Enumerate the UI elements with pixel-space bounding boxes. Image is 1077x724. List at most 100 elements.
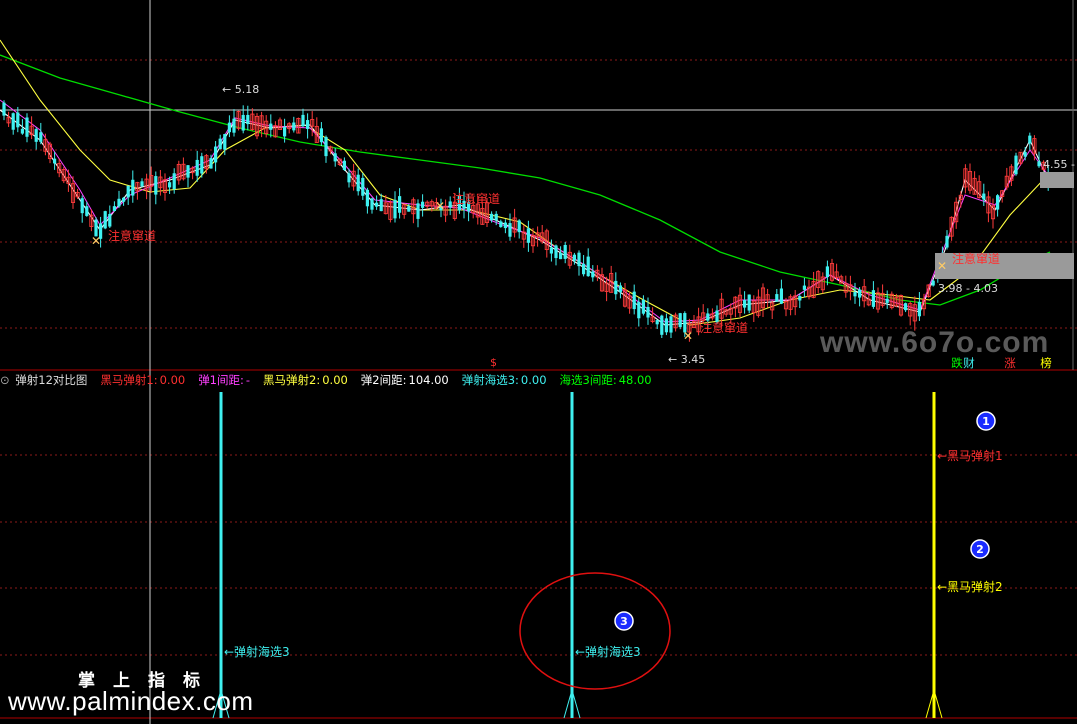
candle-body (209, 158, 213, 169)
candle-body (563, 244, 567, 259)
candle-body (365, 189, 369, 207)
candle-body (508, 223, 512, 237)
ma-line-green (0, 54, 1051, 306)
candle-body (554, 245, 558, 259)
badge-number: 3 (620, 615, 628, 628)
candle-body (16, 112, 20, 128)
candle-body (269, 123, 273, 130)
candle-body (347, 173, 351, 183)
candle-body (375, 202, 379, 207)
candle-body (871, 290, 875, 307)
field-haixuan3-value: 0.00 (520, 373, 547, 387)
candle-body (379, 199, 383, 212)
signal-marker-icon: ✕ (683, 329, 693, 343)
candle-body (232, 118, 236, 133)
candle-body (706, 313, 710, 321)
ma-line-magenta (0, 99, 1049, 323)
candle-body (370, 198, 374, 210)
candle-body (11, 113, 15, 130)
field-heima1-label: 黑马弹射1: (100, 373, 158, 387)
chart-grid (0, 0, 1077, 724)
candle-body (361, 177, 365, 196)
candle-body (218, 138, 222, 150)
candle-body (904, 303, 908, 311)
signal-marker-icon: ✕ (91, 234, 101, 248)
candle-body (407, 206, 411, 212)
candle-body (227, 122, 231, 133)
highlight-ellipse (519, 572, 671, 690)
signal-label: 注意窜道 (952, 251, 1000, 266)
candle-body (223, 134, 227, 150)
indicator-collapse-icon[interactable]: ⊙ (0, 373, 10, 387)
field-tan2-value: 104.00 (408, 373, 449, 387)
candle-body (614, 280, 618, 295)
field-hx3-gap-label: 海选3间距: (559, 373, 617, 387)
chart-canvas[interactable]: ← 5.18 ← 3.45 4.55 - 3.98 - 4.03 ✕ 注意窜道 ✕ 注意窜道 ✕… (0, 0, 1077, 724)
candle-body (637, 301, 641, 319)
candle-body (917, 301, 921, 317)
candle-body (356, 174, 360, 192)
signal-marker-icon: ✕ (435, 199, 445, 213)
candle-body (112, 206, 116, 212)
candle-body (549, 247, 553, 254)
rank-rise-button[interactable]: 涨 (998, 356, 1022, 371)
candle-body (292, 122, 296, 131)
candle-body (660, 315, 664, 335)
badge-number: 2 (976, 543, 984, 556)
candle-body (186, 165, 190, 178)
moving-average-lines (0, 39, 1051, 326)
candle-body (53, 158, 57, 164)
candle-body (586, 256, 590, 277)
candle-body (333, 153, 337, 162)
rank-list-button[interactable]: 榜 (1034, 356, 1058, 371)
candle-body (982, 193, 986, 200)
indicator-panel: ←黑马弹射1 ←黑马弹射2 ←弹射海选3 ←弹射海选3 1 2 3 (212, 392, 1003, 719)
field-haixuan3-label: 弹射海选3: (461, 373, 519, 387)
candle-body (503, 222, 507, 229)
field-heima2-value: 0.00 (322, 373, 348, 387)
field-heima1-value: 0.00 (159, 373, 186, 387)
field-heima2-label: 黑马弹射2: (263, 373, 321, 387)
candle-body (775, 294, 779, 302)
candle-body (1023, 152, 1027, 157)
candle-body (80, 198, 84, 214)
marker-s: $ (490, 356, 497, 369)
candle-body (1014, 155, 1018, 175)
candle-body (490, 213, 494, 221)
candle-body (126, 185, 130, 198)
candle-body (108, 213, 112, 227)
price-high-label: ← 5.18 (222, 83, 259, 96)
candle-body (200, 156, 204, 174)
candle-body (117, 198, 121, 207)
candle-body (577, 252, 581, 267)
candle-body (669, 316, 673, 333)
candle-body (664, 318, 668, 333)
candle-body (34, 129, 38, 142)
candle-body (319, 128, 323, 143)
rank-finance-button[interactable]: 财 (957, 356, 981, 371)
candle-body (945, 235, 949, 248)
candle-body (172, 173, 176, 190)
candle-body (195, 159, 199, 176)
candle-body (591, 271, 595, 278)
candle-body (655, 320, 659, 325)
price-tag-box (1040, 172, 1074, 188)
indicator-title[interactable]: 弹射12对比图 (15, 373, 87, 387)
candle-body (20, 128, 24, 134)
site-watermark-top: www.6o7o.com (820, 326, 1050, 359)
candle-body (246, 114, 250, 125)
candle-body (559, 252, 563, 260)
field-hx3-gap-value: 48.00 (618, 373, 652, 387)
heima1-line-label: ←黑马弹射1 (937, 448, 1003, 463)
candle-body (421, 201, 425, 208)
price-low-label: ← 3.45 (668, 353, 705, 366)
price-range-label: 3.98 - 4.03 (938, 282, 998, 295)
candle-body (572, 254, 576, 261)
ma-line-white (0, 109, 1049, 326)
candle-body (618, 285, 622, 292)
signal-label: 注意窜道 (700, 320, 748, 335)
badge-number: 1 (982, 415, 990, 428)
candle-body (85, 206, 89, 216)
haixuan3-line-label: ←弹射海选3 (575, 644, 641, 659)
candle-body (858, 289, 862, 298)
